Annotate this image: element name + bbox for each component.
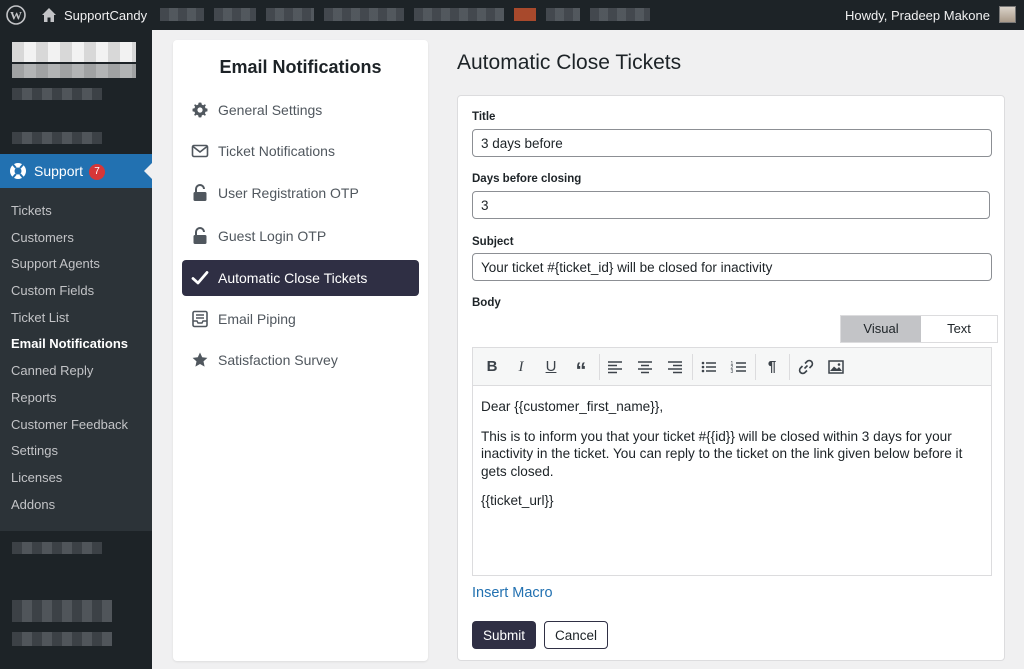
nav-item-email-piping[interactable]: Email Piping: [182, 301, 419, 337]
days-before-closing-label: Days before closing: [472, 173, 582, 185]
submenu-item-customers[interactable]: Customers: [0, 225, 152, 252]
email-body-editor[interactable]: Dear {{customer_first_name}}, This is to…: [472, 385, 992, 576]
align-center-icon[interactable]: [636, 358, 654, 376]
site-name-link[interactable]: SupportCandy: [64, 8, 147, 23]
toolbar-separator: [755, 354, 756, 380]
lifebuoy-icon: [10, 163, 26, 179]
email-notifications-nav: Email Notifications General Settings Tic…: [173, 40, 428, 661]
cancel-button[interactable]: Cancel: [544, 621, 608, 649]
gear-icon: [192, 102, 208, 118]
redacted-menu-item: [12, 42, 136, 62]
body-label: Body: [472, 297, 501, 309]
toolbar-separator: [599, 354, 600, 380]
blockquote-icon[interactable]: “: [572, 358, 590, 383]
nav-item-label: Automatic Close Tickets: [218, 270, 368, 286]
sidebar-item-support[interactable]: Support 7: [0, 154, 152, 188]
nav-item-automatic-close-tickets[interactable]: Automatic Close Tickets: [182, 260, 419, 296]
nav-item-guest-login-otp[interactable]: Guest Login OTP: [182, 218, 419, 254]
title-input[interactable]: [472, 129, 992, 157]
editor-mode-tabs: Visual Text: [840, 315, 998, 343]
align-right-icon[interactable]: [666, 358, 684, 376]
insert-macro-link[interactable]: Insert Macro: [472, 585, 553, 601]
check-icon: [191, 271, 209, 285]
page-title: Automatic Close Tickets: [457, 51, 682, 74]
current-menu-arrow: [144, 163, 152, 179]
submenu-item-email-notifications[interactable]: Email Notifications: [0, 331, 152, 358]
numbered-list-icon[interactable]: 123: [730, 358, 748, 376]
svg-text:W: W: [10, 9, 22, 23]
nav-item-label: Ticket Notifications: [218, 143, 335, 159]
editor-toolbar: B I U “ 123 ¶: [472, 347, 992, 385]
toolbar-separator: [789, 354, 790, 380]
nav-item-label: User Registration OTP: [218, 185, 359, 201]
nav-item-general-settings[interactable]: General Settings: [182, 92, 419, 128]
sidebar-item-label: Support: [34, 163, 84, 179]
body-paragraph: {{ticket_url}}: [481, 493, 554, 508]
italic-icon[interactable]: I: [512, 358, 530, 376]
submenu-item-licenses[interactable]: Licenses: [0, 465, 152, 492]
bullet-list-icon[interactable]: [700, 358, 718, 376]
redacted-menu-item: [12, 542, 102, 554]
link-icon[interactable]: [797, 358, 815, 376]
paragraph-icon[interactable]: ¶: [763, 358, 781, 376]
submenu-item-custom-fields[interactable]: Custom Fields: [0, 278, 152, 305]
nav-item-ticket-notifications[interactable]: Ticket Notifications: [182, 133, 419, 169]
avatar[interactable]: [999, 6, 1016, 23]
unlock-icon: [193, 227, 207, 244]
redacted-menu-item: [12, 132, 102, 144]
inbox-icon: [192, 310, 208, 328]
star-icon: [192, 352, 208, 367]
submenu-item-ticket-list[interactable]: Ticket List: [0, 305, 152, 332]
wordpress-logo-icon[interactable]: W: [6, 5, 26, 25]
redacted-menu-item: [12, 632, 112, 646]
tab-visual[interactable]: Visual: [841, 316, 921, 342]
align-left-icon[interactable]: [606, 358, 624, 376]
nav-item-label: Satisfaction Survey: [218, 352, 338, 368]
submenu-item-canned-reply[interactable]: Canned Reply: [0, 358, 152, 385]
subject-input[interactable]: [472, 253, 992, 281]
admin-sidebar: Support 7 Tickets Customers Support Agen…: [0, 30, 152, 669]
nav-item-satisfaction-survey[interactable]: Satisfaction Survey: [182, 342, 419, 378]
svg-text:3: 3: [731, 369, 734, 375]
tab-text[interactable]: Text: [921, 316, 997, 342]
submenu-item-settings[interactable]: Settings: [0, 438, 152, 465]
image-icon[interactable]: [827, 358, 845, 376]
body-paragraph: Dear {{customer_first_name}},: [481, 399, 664, 414]
redacted-menu-item: [12, 88, 102, 100]
nav-item-user-registration-otp[interactable]: User Registration OTP: [182, 175, 419, 211]
submenu-item-reports[interactable]: Reports: [0, 385, 152, 412]
bold-icon[interactable]: B: [483, 358, 501, 376]
submit-button[interactable]: Submit: [472, 621, 536, 649]
days-before-closing-input[interactable]: [472, 191, 990, 219]
unlock-icon: [193, 184, 207, 201]
redacted-menu-item: [12, 600, 112, 622]
submenu-item-support-agents[interactable]: Support Agents: [0, 251, 152, 278]
redacted-admin-menu: [160, 8, 650, 21]
underline-icon[interactable]: U: [542, 358, 560, 376]
admin-bar: W SupportCandy Howdy, Pradeep Makone: [0, 0, 1024, 30]
envelope-icon: [191, 144, 209, 158]
nav-item-label: Guest Login OTP: [218, 228, 327, 244]
notification-badge: 7: [89, 164, 105, 180]
nav-item-label: General Settings: [218, 102, 323, 118]
nav-panel-title: Email Notifications: [219, 57, 382, 77]
home-icon[interactable]: [41, 7, 57, 23]
auto-close-form-card: Title Days before closing Subject Body V…: [457, 95, 1005, 661]
nav-item-label: Email Piping: [218, 311, 296, 327]
user-greeting[interactable]: Howdy, Pradeep Makone: [845, 8, 990, 23]
submenu-item-customer-feedback[interactable]: Customer Feedback: [0, 412, 152, 439]
submenu-item-addons[interactable]: Addons: [0, 492, 152, 519]
support-submenu: Tickets Customers Support Agents Custom …: [0, 188, 152, 531]
redacted-menu-item: [12, 64, 136, 78]
subject-label: Subject: [472, 236, 514, 248]
submenu-item-tickets[interactable]: Tickets: [0, 198, 152, 225]
body-paragraph: This is to inform you that your ticket #…: [481, 428, 963, 479]
title-label: Title: [472, 111, 496, 123]
toolbar-separator: [692, 354, 693, 380]
